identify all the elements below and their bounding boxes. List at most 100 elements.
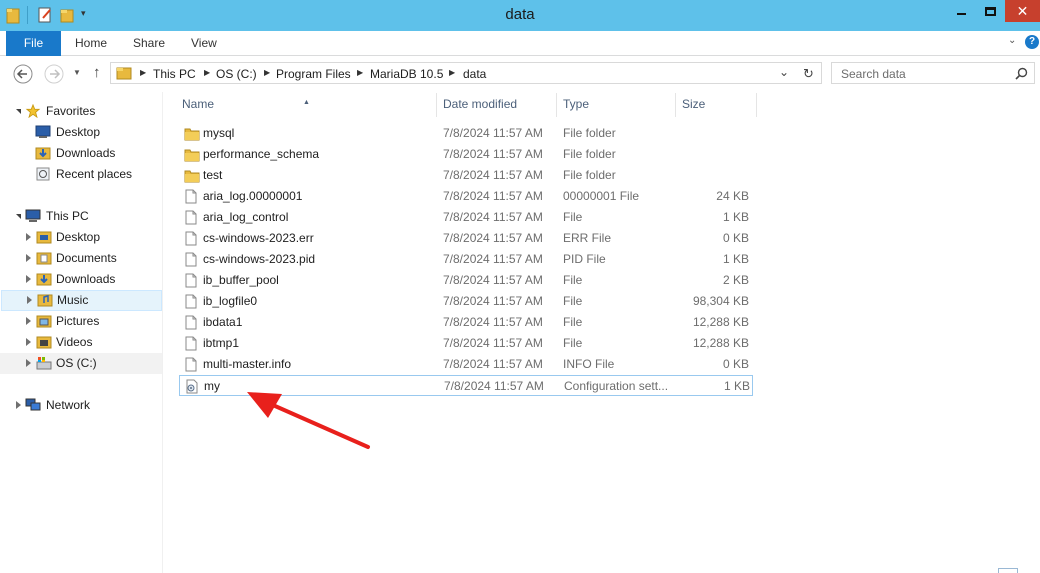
breadcrumb-separator-icon[interactable]: ▶	[264, 68, 270, 77]
file-type: PID File	[563, 252, 606, 266]
column-header-type[interactable]: Type	[557, 93, 676, 117]
file-row[interactable]: cs-windows-2023.err 7/8/2024 11:57 AM ERR …	[176, 228, 757, 249]
nav-pc-downloads[interactable]: Downloads	[0, 269, 162, 290]
nav-network[interactable]: Network	[0, 395, 162, 416]
resize-corner	[998, 568, 1018, 573]
nav-pc-pictures[interactable]: Pictures	[0, 311, 162, 332]
collapse-icon[interactable]	[26, 359, 31, 367]
file-name: cs-windows-2023.pid	[203, 252, 316, 266]
file-name: ibtmp1	[203, 336, 240, 350]
file-row[interactable]: multi-master.info 7/8/2024 11:57 AM INFO F…	[176, 354, 757, 375]
expand-ribbon-icon[interactable]: ⌄	[1008, 35, 1016, 46]
nav-label: Videos	[56, 335, 93, 349]
collapse-icon[interactable]	[16, 401, 21, 409]
file-row[interactable]: ib_buffer_pool 7/8/2024 11:57 AM File 2 KB	[176, 270, 757, 291]
file-row[interactable]: cs-windows-2023.pid 7/8/2024 11:57 AM PID …	[176, 249, 757, 270]
nav-label: Network	[46, 398, 91, 412]
file-row[interactable]: ib_logfile0 7/8/2024 11:57 AM File 98,304 K…	[176, 291, 757, 312]
tab-file[interactable]: File	[6, 31, 61, 56]
column-header-size[interactable]: Size	[676, 93, 757, 117]
close-button[interactable]: ✕	[1005, 0, 1040, 22]
nav-pc-music[interactable]: Music	[1, 290, 162, 311]
file-row[interactable]: performance_schema 7/8/2024 11:57 AM File …	[176, 144, 757, 165]
search-input[interactable]: Search data	[841, 67, 906, 81]
file-date: 7/8/2024 11:57 AM	[443, 294, 543, 308]
help-icon[interactable]: ?	[1025, 35, 1039, 49]
file-date: 7/8/2024 11:57 AM	[443, 357, 543, 371]
nav-fav-downloads[interactable]: Downloads	[0, 143, 162, 164]
tab-share[interactable]: Share	[133, 31, 165, 56]
breadcrumb-separator-icon[interactable]: ▶	[449, 68, 455, 77]
file-name: ibdata1	[203, 315, 243, 329]
tab-home[interactable]: Home	[75, 31, 107, 56]
nav-label: Recent places	[56, 167, 133, 181]
breadcrumb-separator-icon[interactable]: ▶	[140, 68, 146, 77]
file-date: 7/8/2024 11:57 AM	[443, 273, 543, 287]
back-button[interactable]	[13, 64, 33, 84]
nav-pc-desktop[interactable]: Desktop	[0, 227, 162, 248]
file-type: File folder	[563, 126, 616, 140]
file-type: ERR File	[563, 231, 612, 245]
file-row[interactable]: my 7/8/2024 11:57 AM Configuration sett...…	[179, 375, 753, 396]
refresh-icon[interactable]: ↻	[803, 66, 814, 82]
file-row[interactable]: aria_log.00000001 7/8/2024 11:57 AM 000000…	[176, 186, 757, 207]
network-icon	[25, 398, 41, 411]
collapse-icon[interactable]	[26, 233, 31, 241]
nav-pc-os-c[interactable]: OS (C:)	[0, 353, 162, 374]
recent-locations-icon[interactable]: ▼	[73, 68, 81, 77]
breadcrumb-this-pc[interactable]: This PC	[153, 67, 196, 81]
file-size: 98,304 KB	[692, 294, 749, 308]
forward-button[interactable]	[44, 64, 64, 84]
search-box[interactable]: Search data	[831, 62, 1035, 84]
file-row[interactable]: aria_log_control 7/8/2024 11:57 AM File 1 K…	[176, 207, 757, 228]
nav-favorites[interactable]: Favorites	[0, 101, 162, 122]
file-row[interactable]: ibtmp1 7/8/2024 11:57 AM File 12,288 KB	[176, 333, 757, 354]
breadcrumb-separator-icon[interactable]: ▶	[357, 68, 363, 77]
nav-pc-videos[interactable]: Videos	[0, 332, 162, 353]
breadcrumb-data[interactable]: data	[463, 67, 486, 81]
expand-icon[interactable]	[16, 109, 21, 114]
breadcrumb-program-files[interactable]: Program Files	[276, 67, 351, 81]
nav-label: Favorites	[46, 104, 96, 118]
breadcrumb-separator-icon[interactable]: ▶	[204, 68, 210, 77]
nav-label: Desktop	[56, 230, 101, 244]
breadcrumb-os-c[interactable]: OS (C:)	[216, 67, 257, 81]
up-arrow-icon[interactable]: ↑	[93, 64, 101, 81]
file-icon	[185, 336, 197, 351]
computer-icon	[25, 209, 41, 222]
search-icon[interactable]	[1015, 67, 1028, 80]
address-bar[interactable]: ▶ This PC ▶ OS (C:) ▶ Program Files ▶ Ma…	[110, 62, 822, 84]
collapse-icon[interactable]	[26, 254, 31, 262]
collapse-icon[interactable]	[26, 275, 31, 283]
maximize-button[interactable]	[975, 0, 1005, 22]
address-dropdown-icon[interactable]: ⌄	[779, 65, 789, 79]
file-row[interactable]: mysql 7/8/2024 11:57 AM File folder	[176, 123, 757, 144]
nav-fav-recent-places[interactable]: Recent places	[0, 164, 162, 185]
nav-fav-desktop[interactable]: Desktop	[0, 122, 162, 143]
breadcrumb-mariadb[interactable]: MariaDB 10.5	[370, 67, 443, 81]
file-icon	[185, 315, 197, 330]
collapse-icon[interactable]	[27, 296, 32, 304]
nav-label: Downloads	[56, 272, 116, 286]
column-header-date[interactable]: Date modified	[437, 93, 557, 117]
recent-places-icon	[36, 167, 50, 181]
column-headers: Name ▲ Date modified Type Size	[176, 93, 757, 117]
arrow-shaft	[264, 400, 370, 449]
expand-icon[interactable]	[16, 214, 21, 219]
nav-this-pc[interactable]: This PC	[0, 206, 162, 227]
file-row[interactable]: test 7/8/2024 11:57 AM File folder	[176, 165, 757, 186]
collapse-icon[interactable]	[26, 338, 31, 346]
minimize-button[interactable]	[946, 0, 976, 22]
column-header-name[interactable]: Name ▲	[176, 93, 437, 117]
tab-view[interactable]: View	[191, 31, 217, 56]
nav-pc-documents[interactable]: Documents	[0, 248, 162, 269]
file-type: Configuration sett...	[564, 379, 669, 393]
file-name: aria_log.00000001	[203, 189, 303, 203]
file-size: 1 KB	[723, 379, 750, 393]
documents-folder-icon	[36, 252, 52, 265]
file-icon	[185, 357, 197, 372]
collapse-icon[interactable]	[26, 317, 31, 325]
file-row[interactable]: ibdata1 7/8/2024 11:57 AM File 12,288 KB	[176, 312, 757, 333]
close-icon: ✕	[1016, 2, 1029, 19]
desktop-folder-icon	[36, 231, 52, 244]
